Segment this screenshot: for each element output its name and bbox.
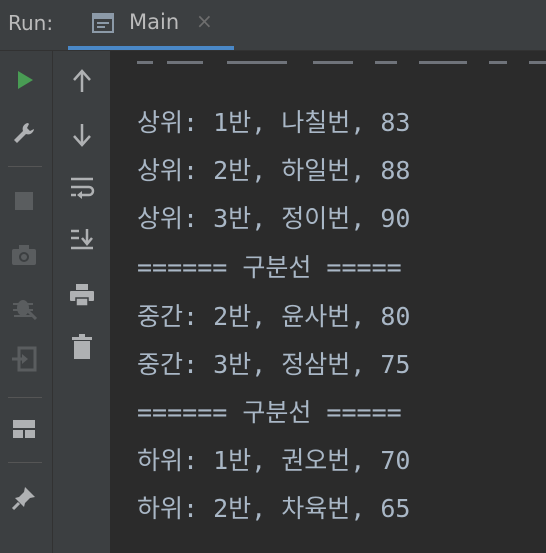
console-output[interactable]: 상위: 1반, 나칠번, 83 상위: 2반, 하일번, 88 상위: 3반, … [110,51,546,553]
layout-icon[interactable] [8,413,40,445]
clipped-output-line [137,51,546,67]
console-window-icon [92,13,114,33]
console-line: 상위: 1반, 나칠번, 83 [137,108,411,137]
run-toolbar [0,51,110,553]
down-arrow-icon[interactable] [66,119,98,151]
console-line: 하위: 2반, 차육번, 65 [137,494,411,523]
console-line: ====== 구분선 ===== [137,253,402,282]
wrench-icon[interactable] [8,117,40,149]
console-line: 중간: 2반, 윤사번, 80 [137,302,411,331]
tab-title: Main [129,10,180,34]
exit-icon [8,343,40,375]
console-line: 하위: 1반, 권오번, 70 [137,446,411,475]
run-tool-window-header: Run: Main × [0,0,546,51]
stop-icon [8,185,40,217]
close-icon[interactable]: × [196,9,213,33]
debug-bug-icon [8,291,40,323]
console-line: ====== 구분선 ===== [137,398,402,427]
console-line: 상위: 2반, 하일번, 88 [137,156,411,185]
console-line: 중간: 3반, 정삼번, 75 [137,350,411,379]
rerun-icon[interactable] [8,64,40,96]
camera-icon [8,239,40,271]
toolbar-separator [8,462,42,463]
trash-icon[interactable] [66,331,98,363]
print-icon[interactable] [66,279,98,311]
toolbar-separator [8,397,42,398]
soft-wrap-icon[interactable] [66,171,98,203]
active-tab-indicator [68,46,234,50]
scroll-to-end-icon[interactable] [66,223,98,255]
tab-main[interactable]: Main × [68,0,234,50]
toolbar-column-divider [52,51,53,553]
pin-icon[interactable] [8,482,40,514]
up-arrow-icon[interactable] [66,65,98,97]
console-line: 상위: 3반, 정이번, 90 [137,204,411,233]
run-label: Run: [8,11,54,35]
toolbar-separator [8,166,42,167]
